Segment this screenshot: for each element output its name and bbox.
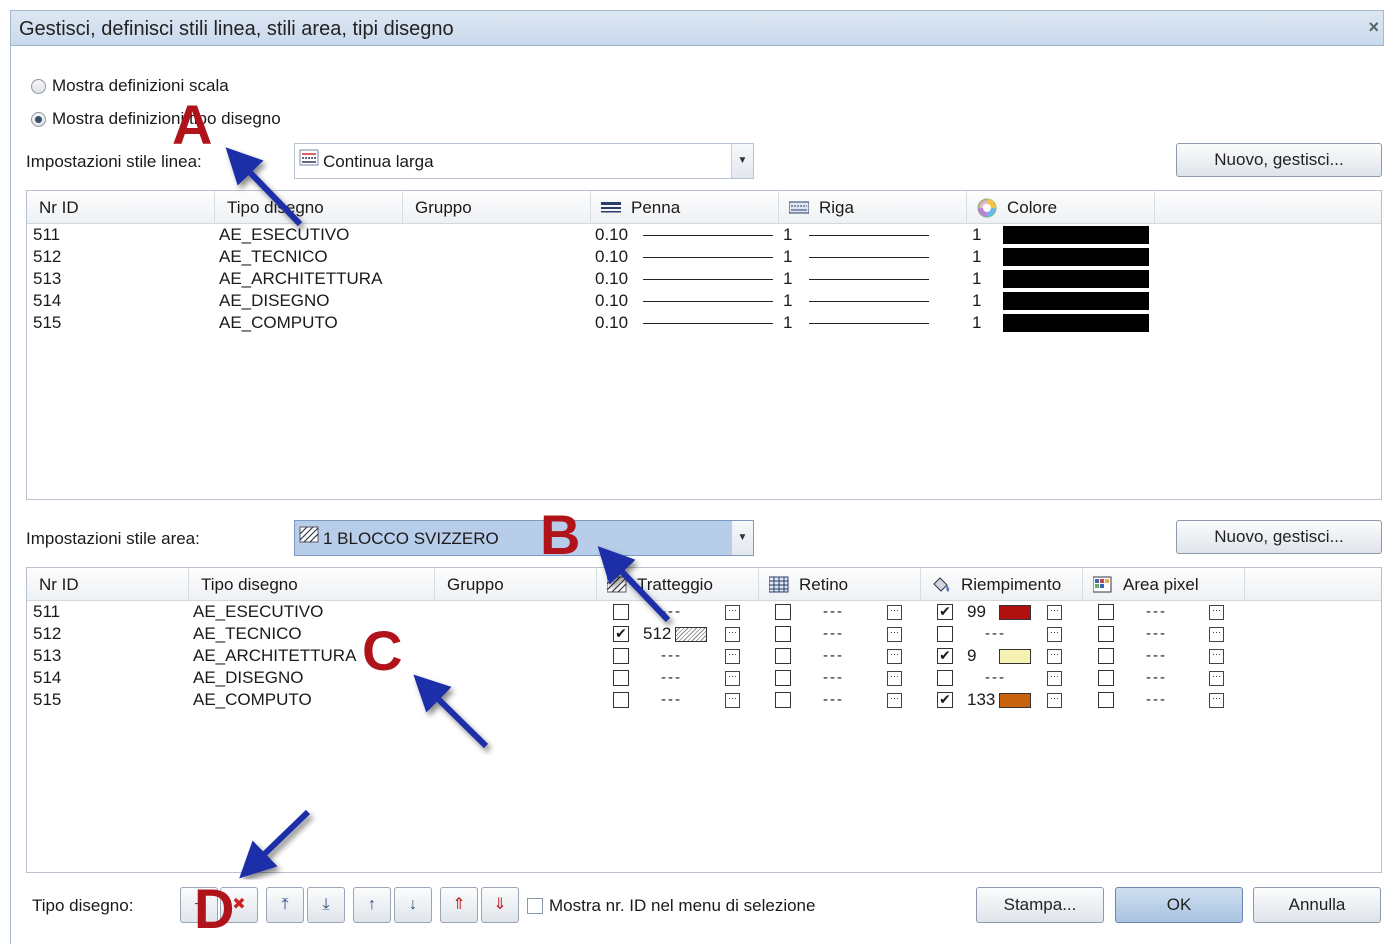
arrow-b	[597, 546, 671, 623]
annotation-d: D	[194, 877, 235, 940]
arrow-a	[225, 147, 303, 227]
annotation-a: A	[172, 93, 213, 156]
arrow-c	[413, 674, 489, 749]
annotation-c: C	[362, 619, 403, 682]
arrow-d	[239, 809, 311, 879]
annotation-b: B	[540, 503, 581, 566]
